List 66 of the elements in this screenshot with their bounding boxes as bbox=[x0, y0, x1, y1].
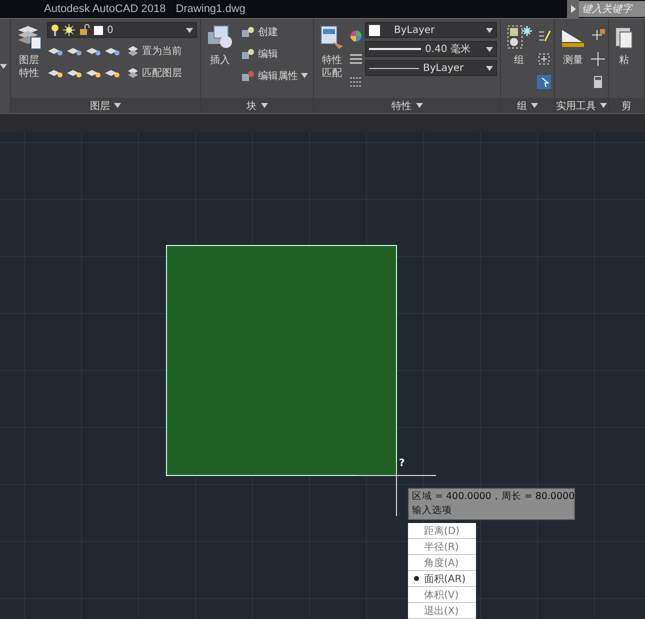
panel-title[interactable]: 块 bbox=[246, 98, 256, 112]
panel-title[interactable]: 特性 bbox=[392, 98, 412, 112]
properties-large-button[interactable]: 特性 匹配 bbox=[317, 22, 347, 98]
block-command-button[interactable]: 编辑属性 bbox=[239, 66, 310, 85]
caret-icon[interactable] bbox=[416, 103, 422, 108]
clipboard-large-button[interactable]: 粘 bbox=[612, 22, 636, 98]
crosshair-icon[interactable] bbox=[591, 52, 605, 66]
group-icon bbox=[506, 24, 532, 50]
layers-icon bbox=[16, 24, 42, 50]
crosshair-cursor bbox=[396, 462, 397, 516]
layer-command-button[interactable]: 匹配图层 bbox=[125, 63, 184, 82]
app-title: Autodesk AutoCAD 2018 bbox=[44, 3, 166, 15]
match-properties-icon bbox=[319, 24, 345, 50]
linetype-dropdown[interactable]: ByLayer bbox=[365, 60, 497, 76]
caret-icon[interactable] bbox=[260, 103, 268, 108]
layer-dropdown[interactable]: 0 bbox=[47, 22, 197, 38]
block-command-button[interactable]: 编辑 bbox=[239, 44, 310, 63]
block-icon bbox=[241, 48, 255, 60]
block-icon bbox=[241, 26, 255, 38]
ungroup-icon[interactable] bbox=[537, 52, 551, 66]
insert-block-icon bbox=[206, 24, 234, 50]
unlock-icon bbox=[79, 24, 90, 36]
panel-title[interactable]: 图层 bbox=[90, 98, 110, 112]
menu-option[interactable]: 退出(X) bbox=[408, 603, 476, 619]
layers-icon bbox=[127, 44, 139, 56]
search-field[interactable]: 键入关键字 bbox=[579, 1, 645, 17]
file-name: Drawing1.dwg bbox=[176, 3, 246, 15]
caret-icon[interactable] bbox=[301, 73, 308, 78]
color-swatch bbox=[94, 26, 103, 34]
layers-large-button[interactable]: 图层 特性 bbox=[14, 22, 44, 98]
bullet-icon bbox=[414, 576, 418, 581]
sun-icon bbox=[63, 24, 75, 36]
caret-icon[interactable] bbox=[531, 103, 538, 108]
lineweight-icon bbox=[350, 52, 362, 65]
group-edit-icon[interactable] bbox=[537, 28, 551, 43]
menu-option[interactable]: 面积(AR) bbox=[408, 571, 476, 587]
calculator-icon[interactable] bbox=[591, 75, 605, 90]
utilities-large-button[interactable]: 测量 bbox=[558, 22, 588, 98]
caret-icon[interactable] bbox=[600, 103, 607, 108]
linetype-icon bbox=[350, 76, 362, 88]
caret-icon[interactable] bbox=[0, 64, 7, 68]
color-wheel-icon bbox=[350, 30, 362, 42]
caret-icon[interactable] bbox=[486, 46, 493, 52]
tooltip-prompt: 输入选项 bbox=[412, 504, 453, 518]
group-large-button[interactable]: 组 bbox=[504, 22, 534, 98]
block-command-button[interactable]: 创建 bbox=[239, 22, 310, 41]
block-icon bbox=[241, 70, 255, 82]
panel-title[interactable]: 组 bbox=[517, 98, 527, 112]
cursor-prompt: ? bbox=[399, 458, 405, 469]
caret-icon[interactable] bbox=[486, 28, 493, 32]
lineweight-dropdown[interactable]: 0.40 毫米 bbox=[365, 41, 497, 57]
caret-icon[interactable] bbox=[114, 103, 121, 108]
drawing-canvas[interactable]: ? 区域 = 400.0000，周长 = 80.0000 输入选项 距离(D) 半径(R) 角度(A) 面积(AR) 体积(V) 退出(X) bbox=[0, 132, 645, 619]
layers-icon bbox=[127, 66, 139, 78]
color-dropdown[interactable]: ByLayer bbox=[365, 22, 497, 38]
menu-option[interactable]: 距离(D) bbox=[408, 523, 476, 539]
group-selection-icon[interactable] bbox=[537, 75, 551, 90]
bulb-icon bbox=[51, 24, 59, 36]
block-large-button[interactable]: 插入 bbox=[204, 22, 236, 98]
caret-icon[interactable] bbox=[186, 28, 193, 32]
layer-command-button[interactable]: 置为当前 bbox=[125, 41, 184, 60]
point-coordinates-icon[interactable] bbox=[591, 28, 605, 43]
caret-icon[interactable] bbox=[486, 66, 493, 70]
menu-option[interactable]: 半径(R) bbox=[408, 539, 476, 555]
menu-option[interactable]: 角度(A) bbox=[408, 555, 476, 571]
menu-option[interactable]: 体积(V) bbox=[408, 587, 476, 603]
